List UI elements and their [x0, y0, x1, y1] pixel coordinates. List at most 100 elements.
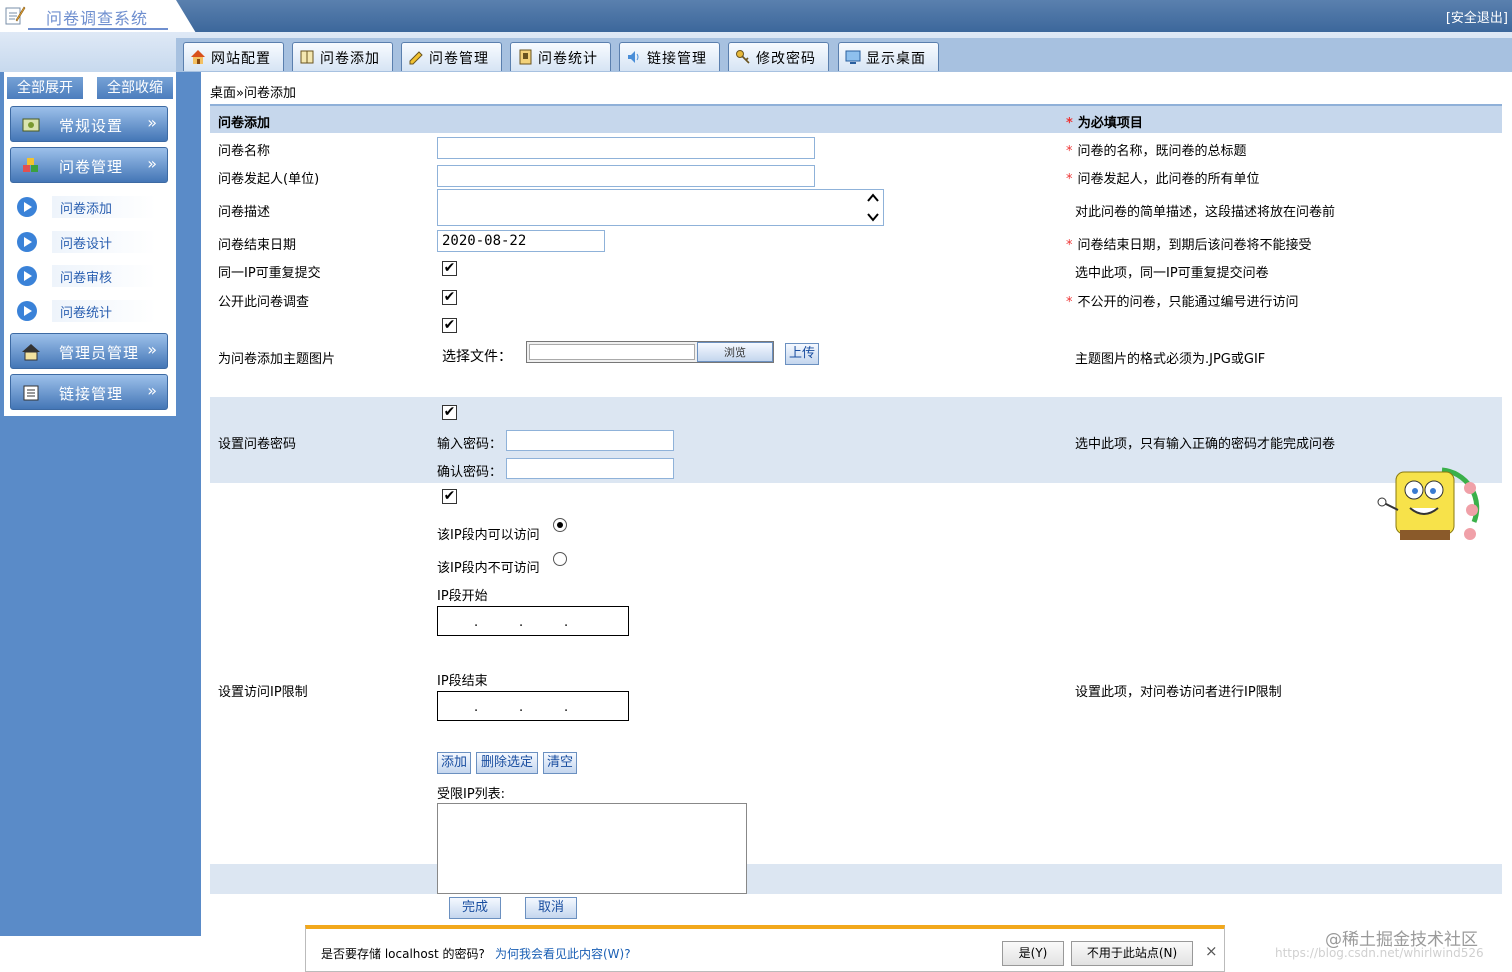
ip-allow-radio[interactable] [553, 518, 567, 532]
same-ip-checkbox[interactable]: ✔ [442, 261, 457, 276]
public-checkbox[interactable]: ✔ [442, 290, 457, 305]
sidebar-item-survey-review[interactable]: 问卷审核 [16, 263, 156, 289]
ip-deny-radio[interactable] [553, 552, 567, 566]
survey-name-input[interactable] [437, 137, 815, 159]
tab-link-manage[interactable]: 链接管理 [619, 42, 720, 71]
collapse-all-button[interactable]: 全部收缩 [97, 77, 173, 99]
play-icon [17, 232, 37, 252]
ip-limit-label: 设置访问IP限制 [218, 685, 308, 700]
ip-start-label: IP段开始 [437, 589, 488, 604]
confirm-password-label: 确认密码： [437, 465, 503, 480]
ip-end-input[interactable]: ... [437, 691, 629, 721]
chevron-right-icon: » [147, 381, 157, 400]
scroll-arrows-icon[interactable] [865, 191, 881, 224]
play-icon [17, 266, 37, 286]
settings-icon [22, 118, 40, 132]
upload-button[interactable]: 上传 [785, 343, 819, 365]
tab-label: 问卷统计 [538, 51, 598, 67]
enter-password-label: 输入密码： [437, 437, 503, 452]
add-ip-button[interactable]: 添加 [437, 752, 471, 774]
confirm-password-input[interactable] [506, 458, 674, 479]
password-label: 设置问卷密码 [218, 437, 297, 452]
description-textarea[interactable] [437, 189, 884, 226]
sidebar-item-label: 问卷审核 [60, 271, 113, 286]
sidebar-item-label: 问卷设计 [60, 237, 113, 252]
tab-label: 网站配置 [211, 51, 271, 67]
logout-link[interactable]: [安全退出] [1446, 7, 1508, 26]
ip-limit-checkbox[interactable]: ✔ [442, 489, 457, 504]
theme-image-hint: 主题图片的格式必须为.JPG或GIF [1075, 352, 1266, 367]
clear-button[interactable]: 清空 [543, 752, 577, 774]
app-window: 问卷调查系统 [安全退出] 网站配置 问卷添加 问卷管理 问卷统计 链接管理 修… [0, 0, 1512, 972]
ip-list-box[interactable] [437, 803, 747, 894]
finish-button[interactable]: 完成 [449, 897, 501, 919]
delete-selected-button[interactable]: 删除选定 [476, 752, 538, 774]
tab-site-config[interactable]: 网站配置 [183, 42, 284, 71]
menu-admin-manage[interactable]: 管理员管理 » [10, 333, 168, 369]
public-label: 公开此问卷调查 [218, 295, 310, 310]
key-icon [736, 50, 750, 64]
name-hint: * 问卷的名称，既问卷的总标题 [1066, 144, 1247, 159]
list-icon [23, 385, 39, 401]
save-password-yes-button[interactable]: 是(Y) [1002, 941, 1064, 966]
tab-survey-stats[interactable]: 问卷统计 [510, 42, 611, 71]
tab-survey-add[interactable]: 问卷添加 [292, 42, 393, 71]
cubes-icon [23, 158, 38, 172]
logo-area: 问卷调查系统 [0, 0, 196, 33]
tab-label: 链接管理 [647, 51, 707, 67]
prompt-why-link[interactable]: 为何我会看见此内容(W)? [495, 945, 631, 962]
menu-link-manage[interactable]: 链接管理 » [10, 374, 168, 410]
password-input[interactable] [506, 430, 674, 451]
expand-all-button[interactable]: 全部展开 [7, 77, 83, 99]
file-input[interactable]: 浏览 [526, 341, 774, 363]
close-icon[interactable]: × [1205, 942, 1218, 960]
menu-general-settings[interactable]: 常规设置 » [10, 106, 168, 142]
ip-end-label: IP段结束 [437, 674, 488, 689]
play-icon [17, 197, 37, 217]
file-select-label: 选择文件： [442, 349, 512, 365]
initiator-input[interactable] [437, 165, 815, 187]
menu-label: 常规设置 [59, 117, 124, 135]
admin-house-icon [22, 344, 40, 361]
chevron-right-icon: » [147, 154, 157, 173]
tab-change-password[interactable]: 修改密码 [728, 42, 829, 71]
ip-allow-label: 该IP段内可以访问 [437, 528, 540, 543]
tab-show-desktop[interactable]: 显示桌面 [838, 42, 939, 71]
sidebar-item-survey-design[interactable]: 问卷设计 [16, 229, 156, 255]
sidebar-item-label: 问卷统计 [60, 306, 113, 321]
sidebar-item-survey-stats[interactable]: 问卷统计 [16, 298, 156, 324]
required-note: * 为必填项目 [1066, 116, 1143, 131]
menu-label: 问卷管理 [59, 158, 124, 176]
same-ip-hint: 选中此项，同一IP可重复提交问卷 [1075, 266, 1269, 281]
menu-survey-manage[interactable]: 问卷管理 » [10, 147, 168, 183]
sidebar-item-label: 问卷添加 [60, 202, 113, 217]
ip-start-input[interactable]: ... [437, 606, 629, 636]
theme-image-checkbox[interactable]: ✔ [442, 318, 457, 333]
browse-button[interactable]: 浏览 [697, 342, 773, 362]
initiator-label: 问卷发起人(单位) [218, 172, 320, 187]
cancel-button[interactable]: 取消 [525, 897, 577, 919]
password-hint: 选中此项，只有输入正确的密码才能完成问卷 [1075, 437, 1336, 452]
chevron-right-icon: » [147, 340, 157, 359]
book-icon [300, 50, 314, 64]
desktop-icon [845, 50, 861, 64]
description-label: 问卷描述 [218, 205, 271, 220]
required-star: * [1066, 116, 1073, 131]
sponge-mascot-icon [1377, 467, 1480, 540]
theme-image-label: 为问卷添加主题图片 [218, 352, 336, 367]
password-checkbox[interactable]: ✔ [442, 405, 457, 420]
notepad-icon [5, 6, 26, 25]
name-label: 问卷名称 [218, 144, 271, 159]
end-date-input[interactable] [437, 230, 605, 252]
end-date-hint: * 问卷结束日期，到期后该问卷将不能接受 [1066, 238, 1312, 253]
never-for-site-button[interactable]: 不用于此站点(N) [1071, 941, 1193, 966]
tab-label: 问卷添加 [320, 51, 380, 67]
app-title: 问卷调查系统 [46, 9, 149, 28]
tab-survey-manage[interactable]: 问卷管理 [401, 42, 502, 71]
ip-limit-hint: 设置此项，对问卷访问者进行IP限制 [1075, 685, 1282, 700]
breadcrumb: 桌面»问卷添加 [210, 86, 296, 101]
chevron-right-icon: » [147, 113, 157, 132]
sidebar-item-survey-add[interactable]: 问卷添加 [16, 194, 156, 220]
footer-band [210, 864, 1502, 894]
ip-deny-label: 该IP段内不可访问 [437, 561, 540, 576]
